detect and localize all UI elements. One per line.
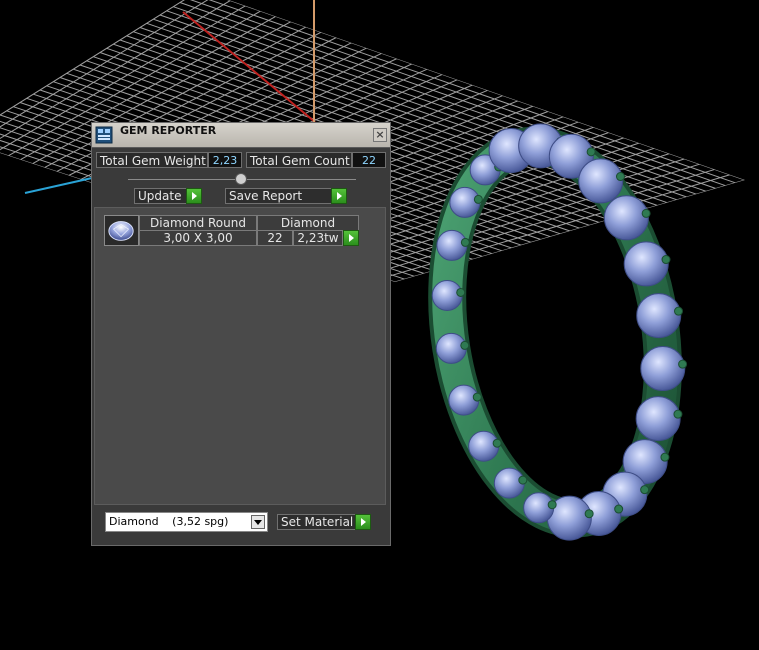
total-gem-count-value: 22 [352, 152, 386, 168]
gem-row-play-icon[interactable] [343, 230, 359, 246]
gem-report-icon [95, 126, 113, 144]
set-material-play-icon [355, 514, 371, 530]
prong [614, 504, 624, 514]
y-axis-line [182, 11, 316, 123]
prong [640, 485, 650, 495]
close-icon: × [375, 128, 385, 141]
gem-stone [603, 195, 649, 241]
prong [460, 237, 470, 247]
prong [660, 452, 670, 462]
prong [584, 509, 594, 519]
gem-reporter-panel: GEM REPORTER × Total Gem Weight 2,23 Tot… [91, 122, 391, 546]
close-button[interactable]: × [373, 128, 387, 142]
prong [547, 500, 557, 510]
prong [492, 438, 502, 448]
material-name: Diamond [109, 515, 159, 528]
x-axis-line [24, 177, 93, 194]
total-gem-weight-label: Total Gem Weight [96, 152, 208, 168]
prong [673, 409, 683, 419]
gem-shape-cell: Diamond Round [139, 215, 257, 231]
set-material-button[interactable]: Set Material [277, 514, 371, 530]
prong [460, 340, 470, 350]
ring-model[interactable] [422, 123, 688, 541]
gem-stone [636, 293, 682, 339]
prong [473, 194, 483, 204]
material-density: (3,52 spg) [172, 515, 229, 528]
gem-round-icon [104, 215, 139, 246]
gem-weight-cell: 2,23tw [293, 230, 343, 246]
material-bar: Diamond (3,52 spg) Set Material [94, 505, 386, 543]
collapse-toggle[interactable] [235, 173, 247, 185]
gem-material-cell: Diamond [257, 215, 359, 231]
update-button[interactable]: Update [134, 188, 202, 204]
prong [472, 392, 482, 402]
save-report-button[interactable]: Save Report [225, 188, 347, 204]
gem-stone [578, 158, 624, 204]
prong [641, 208, 651, 218]
prong [586, 147, 596, 157]
prong [615, 172, 625, 182]
gem-count-cell: 22 [257, 230, 293, 246]
panel-title: GEM REPORTER [120, 124, 217, 137]
title-bar[interactable]: GEM REPORTER × [92, 123, 390, 148]
prong [674, 306, 684, 316]
prong [518, 475, 528, 485]
prong [456, 287, 466, 297]
update-label: Update [138, 189, 182, 203]
prong [678, 359, 688, 369]
save-report-label: Save Report [229, 189, 303, 203]
total-gem-count-label: Total Gem Count [246, 152, 352, 168]
gem-size-cell: 3,00 X 3,00 [139, 230, 257, 246]
prong [661, 255, 671, 265]
gem-stone [623, 241, 669, 287]
gem-report-list: Diamond Round Diamond 3,00 X 3,00 22 2,2… [94, 207, 386, 505]
save-report-play-icon [331, 188, 347, 204]
update-play-icon [186, 188, 202, 204]
material-dropdown[interactable]: Diamond (3,52 spg) [105, 512, 268, 532]
gem-stone [640, 346, 686, 392]
set-material-label: Set Material [281, 515, 354, 529]
gem-stone [635, 396, 681, 442]
total-gem-weight-value: 2,23 [208, 152, 242, 168]
chevron-down-icon[interactable] [251, 515, 265, 529]
